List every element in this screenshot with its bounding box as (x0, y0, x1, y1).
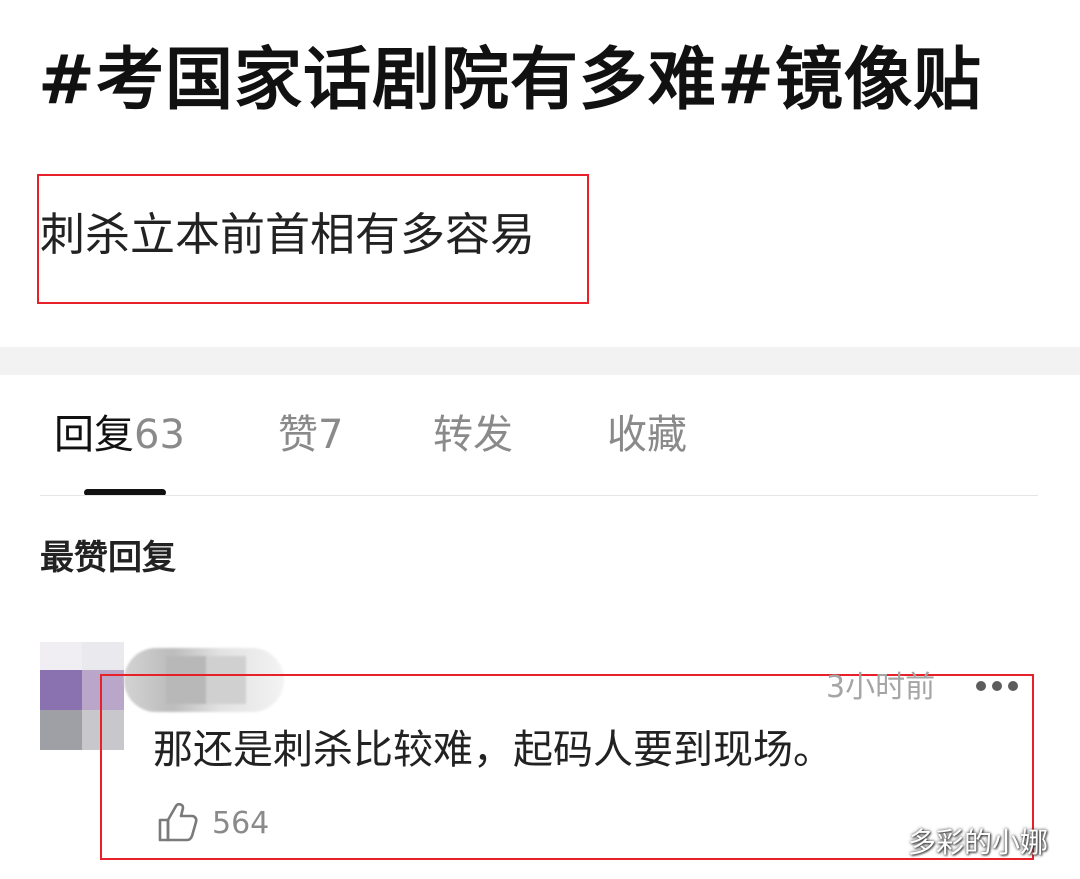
post-body: 刺杀立本前首相有多容易 (40, 208, 536, 261)
like-count: 564 (212, 806, 270, 841)
tab-likes-label: 赞 (278, 412, 318, 458)
tab-bar: 回复63 赞7 转发 收藏 (0, 405, 1080, 465)
more-dots-icon[interactable] (974, 676, 1020, 696)
watermark: 多彩的小娜 (908, 826, 1049, 859)
avatar-pixel (40, 710, 82, 750)
tabs-divider (40, 495, 1038, 496)
tab-forwards[interactable]: 转发 (433, 405, 513, 465)
tab-likes-count: 7 (318, 412, 344, 458)
reply-timestamp: 3小时前 (826, 670, 936, 705)
avatar-pixel (82, 642, 124, 670)
tab-forwards-label: 转发 (433, 412, 513, 458)
more-dot (1008, 681, 1018, 691)
more-dot (976, 681, 986, 691)
avatar-pixel (40, 670, 82, 710)
tab-likes[interactable]: 赞7 (278, 405, 343, 465)
thumbs-up-icon[interactable] (156, 800, 200, 844)
tab-replies-count: 63 (134, 412, 185, 458)
avatar-pixel (40, 642, 82, 670)
tab-favorites[interactable]: 收藏 (607, 405, 687, 465)
reply-text: 那还是刺杀比较难，起码人要到现场。 (153, 727, 833, 773)
tab-favorites-label: 收藏 (607, 412, 687, 458)
top-replies-heading: 最赞回复 (40, 538, 176, 578)
tab-replies[interactable]: 回复63 (54, 405, 185, 465)
more-dot (992, 681, 1002, 691)
section-separator (0, 347, 1080, 375)
post-title: #考国家话剧院有多难#镜像贴 (38, 41, 982, 120)
tab-replies-label: 回复 (54, 412, 134, 458)
